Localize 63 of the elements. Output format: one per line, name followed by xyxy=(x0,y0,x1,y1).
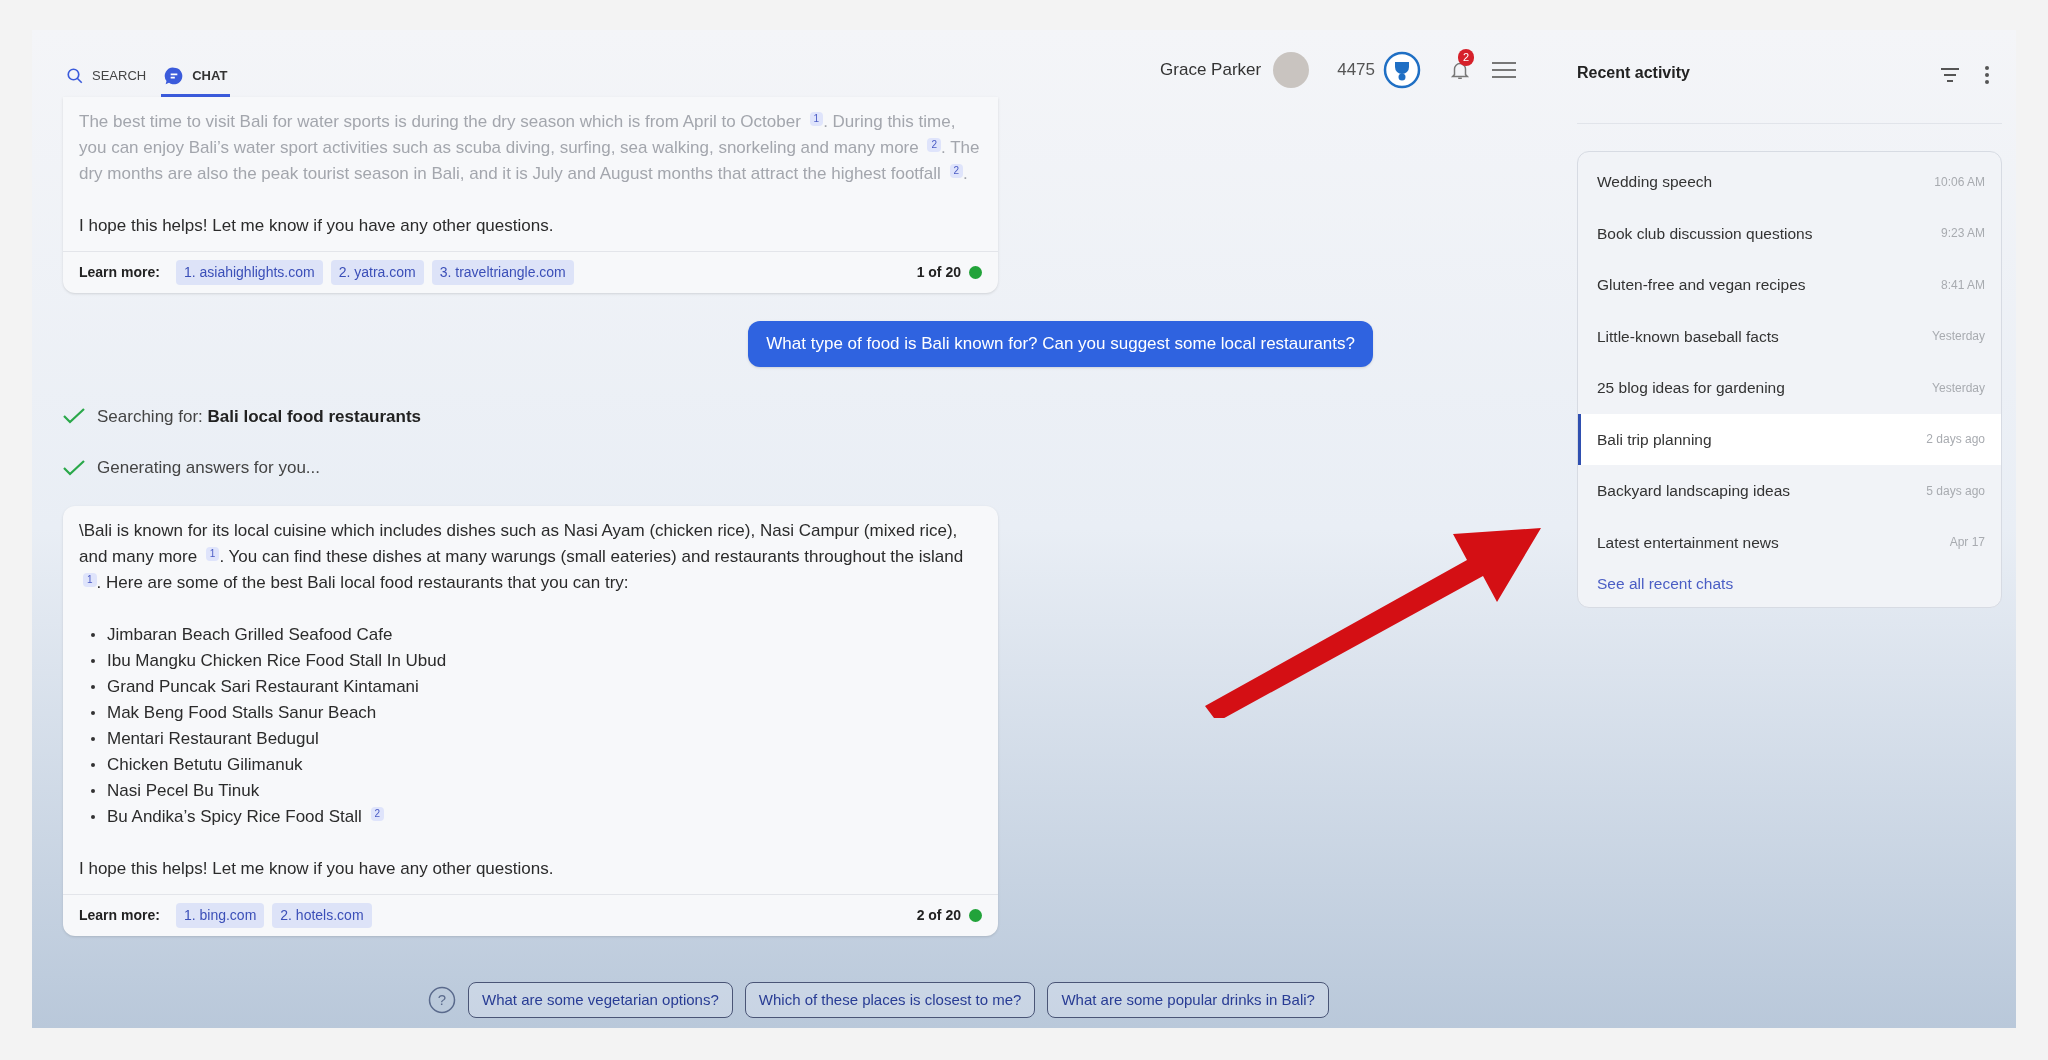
see-all-link[interactable]: See all recent chats xyxy=(1578,572,2001,596)
panel-title: Recent activity xyxy=(1577,63,1690,83)
recent-chat-item[interactable]: Backyard landscaping ideas 5 days ago xyxy=(1578,465,2001,517)
menu-icon[interactable] xyxy=(1491,60,1517,80)
status-text: Generating answers for you... xyxy=(97,457,320,479)
list-item: Nasi Pecel Bu Tinuk xyxy=(107,779,260,802)
chat-time: 8:41 AM xyxy=(1940,276,1985,294)
points-count: 4475 xyxy=(1337,59,1375,82)
page-counter: 1 of 20 xyxy=(916,263,961,282)
chat-time: 2 days ago xyxy=(1926,431,1985,449)
page-counter: 2 of 20 xyxy=(916,905,961,925)
suggestion-chip[interactable]: What are some vegetarian options? xyxy=(468,981,733,1018)
suggestion-chip[interactable]: Which of these places is closest to me? xyxy=(744,981,1036,1018)
source-link[interactable]: 1. bing.com xyxy=(175,902,265,928)
source-link[interactable]: 2. yatra.com xyxy=(330,260,424,285)
status-text: Searching for: Bali local food restaurants xyxy=(97,405,422,428)
chat-title: 25 blog ideas for gardening xyxy=(1597,378,1785,399)
answer-text: I hope this helps! Let me know if you have any other questions. xyxy=(79,857,555,880)
source-link[interactable]: 2. hotels.com xyxy=(272,902,372,928)
search-icon xyxy=(66,67,84,85)
chat-title: Wedding speech xyxy=(1597,172,1713,193)
chat-time: 5 days ago xyxy=(1926,482,1985,500)
user-message: What type of food is Bali known for? Can you suggest some local restaurants? xyxy=(748,321,1373,367)
recent-chat-item[interactable]: Gluten-free and vegan recipes 8:41 AM xyxy=(1578,259,2001,311)
recent-chat-item[interactable]: Little-known baseball facts Yesterday xyxy=(1578,310,2001,362)
chat-title: Bali trip planning xyxy=(1597,429,1712,450)
source-link[interactable]: 3. traveltriangle.com xyxy=(431,260,574,285)
list-item: Jimbaran Beach Grilled Seafood Cafe xyxy=(107,623,393,646)
recent-chat-item[interactable]: Book club discussion questions 9:23 AM xyxy=(1578,207,2001,259)
chat-time: Yesterday xyxy=(1932,379,1985,397)
chat-title: Gluten-free and vegan recipes xyxy=(1597,275,1806,296)
list-item: Ibu Mangku Chicken Rice Food Stall In Ubud xyxy=(107,649,447,672)
list-item: Mak Beng Food Stalls Sanur Beach xyxy=(107,701,377,724)
chat-title: Latest entertainment news xyxy=(1597,532,1779,553)
nav-tab[interactable]: SEARCH xyxy=(63,66,150,97)
answer-text: The best time to visit Bali for water sports is during the dry season which is from April to October $^{1}$. During this time, you can enjoy Bali’s water sport activities such as scuba diving, surfing, sea walking, snorkeling and many more $^{2}$. The dry months are also the peak tourist season in Bali, and it is July and August months that attract the highest footfall $^{2}$. xyxy=(79,111,981,185)
recent-chat-item[interactable]: Wedding speech 10:06 AM xyxy=(1578,156,2001,208)
chat-icon xyxy=(164,66,185,86)
list-item: Grand Puncak Sari Restaurant Kintamani xyxy=(107,675,419,698)
chat-time: 10:06 AM xyxy=(1934,173,1985,191)
chat-time: Apr 17 xyxy=(1949,534,1985,552)
recent-chat-item[interactable]: 25 blog ideas for gardening Yesterday xyxy=(1578,362,2001,414)
list-item: Chicken Betutu Gilimanuk xyxy=(107,753,303,776)
user-name: Grace Parker xyxy=(1160,59,1262,82)
source-link[interactable]: 1. asiahighlights.com xyxy=(175,260,323,285)
filter-icon[interactable] xyxy=(1940,67,1960,83)
chat-title: Backyard landscaping ideas xyxy=(1597,481,1790,502)
learn-more-label: Learn more: xyxy=(79,905,160,925)
chat-time: Yesterday xyxy=(1932,328,1985,346)
learn-more-label: Learn more: xyxy=(79,263,160,282)
trophy-icon[interactable] xyxy=(1383,51,1421,89)
answer-text: \Bali is known for its local cuisine which includes dishes such as Nasi Ayam (chicken rice), Nasi Campur (mixed rice), and many more $^{1}$. You can find these dishes at many warungs (small eateries) and restaurants throughout the island $^{1}$. Here are some of the best Bali local food restaurants that you can try: xyxy=(79,519,965,594)
more-icon[interactable] xyxy=(1984,65,1990,85)
list-item: Mentari Restaurant Bedugul xyxy=(107,727,319,750)
chat-title: Little-known baseball facts xyxy=(1597,326,1779,347)
chat-title: Book club discussion questions xyxy=(1597,223,1813,244)
notification-badge: 2 xyxy=(1458,49,1475,66)
recent-chat-item[interactable]: Latest entertainment news Apr 17 xyxy=(1578,516,2001,568)
recent-chat-item[interactable]: Bali trip planning 2 days ago xyxy=(1578,413,2001,465)
answer-text: I hope this helps! Let me know if you have any other questions. xyxy=(79,215,555,237)
suggestion-chip[interactable]: What are some popular drinks in Bali? xyxy=(1047,981,1329,1018)
chat-time: 9:23 AM xyxy=(1940,225,1985,243)
list-item: Bu Andika’s Spicy Rice Food Stall $^{2}$ xyxy=(107,803,385,830)
